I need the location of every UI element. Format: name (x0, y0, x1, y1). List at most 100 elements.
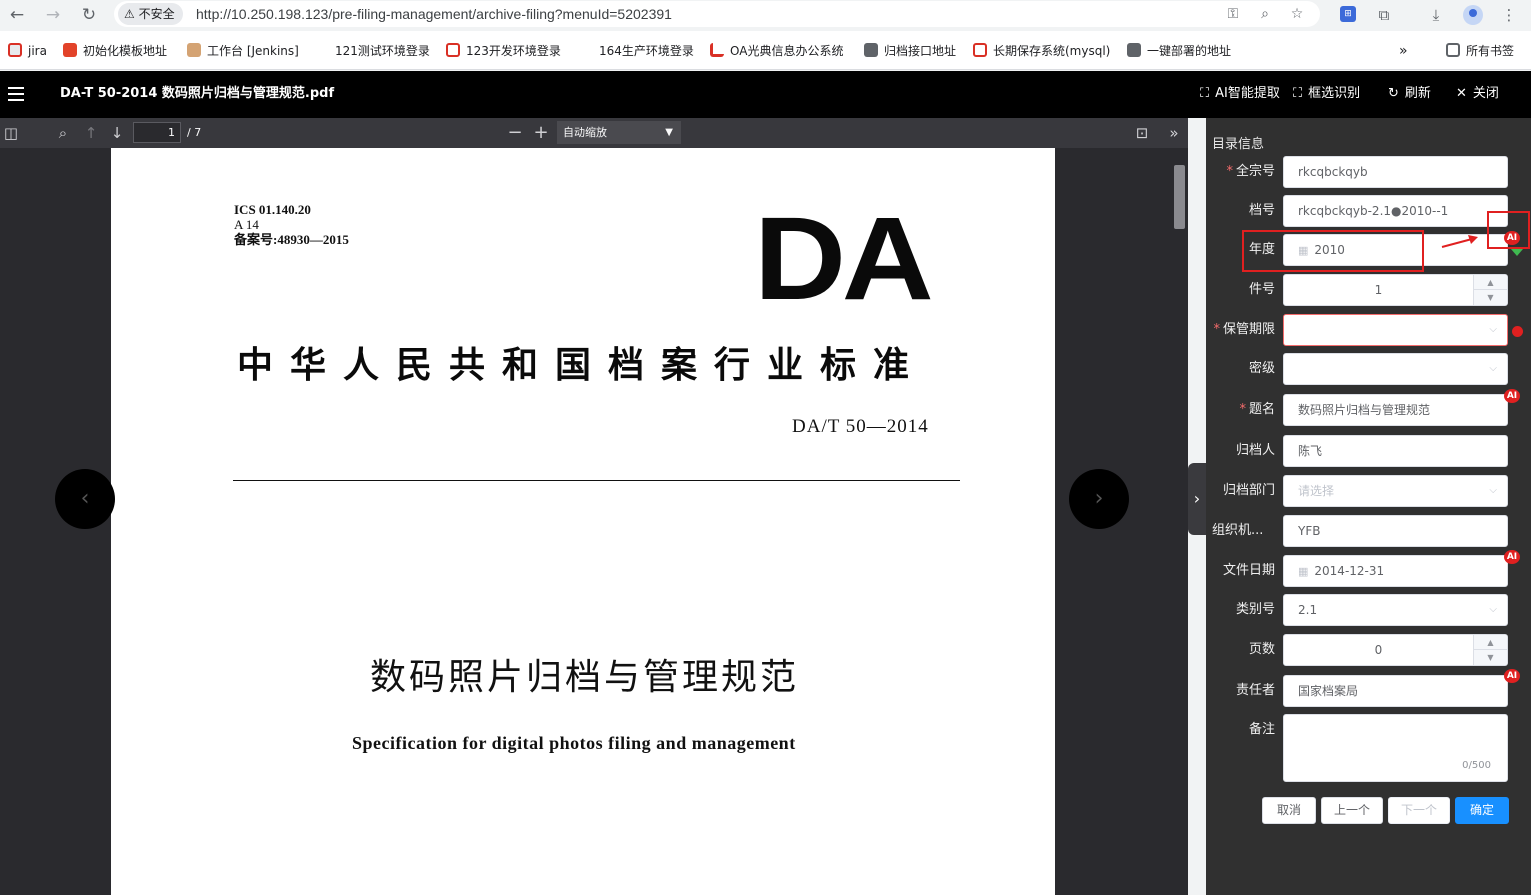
chevron-down-icon: ▼ (665, 127, 673, 138)
filer-input[interactable]: 陈飞 (1283, 435, 1508, 467)
pdf-page: ICS 01.140.20 A 14 备案号:48930—2015 DA 中华人… (111, 148, 1055, 895)
reload-icon[interactable]: ↻ (77, 4, 101, 26)
pdf-scrollbar[interactable] (1171, 150, 1188, 895)
chevron-down-icon: ⌵ (1489, 324, 1497, 335)
category-select[interactable]: 2.1 ⌵ (1283, 594, 1508, 626)
warning-icon: ⚠ (124, 7, 139, 21)
zoom-select[interactable]: 自动缩放 ▼ (557, 121, 681, 144)
annotation-box-ai (1487, 211, 1530, 249)
bookmarks-overflow-button[interactable]: » (1399, 41, 1408, 61)
title-label: * 题名 (1239, 402, 1275, 417)
zoom-icon[interactable]: ⌕ (1254, 4, 1276, 24)
bookmark-jenkins[interactable]: 工作台 [Jenkins] (187, 41, 299, 61)
responsible-input[interactable]: 国家档案局 (1283, 675, 1508, 707)
close-button[interactable]: ✕ 关闭 (1456, 71, 1499, 116)
pdf-viewer[interactable]: ICS 01.140.20 A 14 备案号:48930—2015 DA 中华人… (0, 148, 1188, 895)
org-label: 组织机... (1212, 523, 1264, 538)
document-subtitle: Specification for digital photos filing … (352, 733, 796, 753)
org-input[interactable]: YFB (1283, 515, 1508, 547)
tools-expand-icon[interactable]: » (1163, 122, 1185, 144)
more-menu-icon[interactable]: ⋮ (1497, 3, 1521, 27)
bookmark-121[interactable]: 121测试环境登录 (335, 41, 430, 61)
zoom-in-icon[interactable]: + (530, 122, 552, 144)
menu-icon[interactable] (8, 87, 24, 101)
chevron-right-icon: › (1193, 489, 1201, 508)
forward-icon[interactable]: → (41, 4, 65, 26)
retention-select[interactable]: ⌵ (1283, 314, 1508, 346)
document-title: DA-T 50-2014 数码照片归档与管理规范.pdf (60, 86, 335, 101)
profile-avatar[interactable] (1463, 5, 1483, 25)
security-select[interactable]: ⌵ (1283, 353, 1508, 385)
extensions-puzzle-icon[interactable]: ⧉ (1372, 3, 1396, 27)
bookmark-oa[interactable]: OA光典信息办公系统 (710, 41, 843, 61)
cancel-button[interactable]: 取消 (1262, 797, 1316, 824)
standard-title: 中华人民共和国档案行业标准 (237, 344, 927, 386)
page-down-icon[interactable]: ↓ (106, 122, 128, 144)
all-bookmarks[interactable]: 所有书签 (1446, 41, 1514, 61)
globe-icon (864, 43, 878, 57)
department-select[interactable]: 请选择 ⌵ (1283, 475, 1508, 507)
url-text: http://10.250.198.123/pre-filing-managem… (196, 6, 672, 22)
bookmark-164[interactable]: 164生产环境登录 (599, 41, 694, 61)
bookmark-red-icon (446, 43, 460, 57)
confirm-button[interactable]: 确定 (1455, 797, 1509, 824)
password-key-icon[interactable]: ⚿ (1222, 4, 1244, 24)
fonds-no-input[interactable]: rkcqbckqyb (1283, 156, 1508, 188)
title-input[interactable]: 数码照片归档与管理规范 (1283, 394, 1508, 426)
bookmark-template[interactable]: 初始化模板地址 (63, 41, 167, 61)
divider (233, 480, 960, 481)
address-bar[interactable]: ⚠ 不安全 http://10.250.198.123/pre-filing-m… (114, 1, 1320, 27)
pages-label: 页数 (1248, 642, 1275, 657)
browser-toolbar: ← → ↻ ⚠ 不安全 http://10.250.198.123/pre-fi… (0, 0, 1531, 31)
archive-no-input[interactable]: rkcqbckqyb-2.1●2010--1 (1283, 195, 1508, 227)
jenkins-icon (187, 43, 201, 57)
prev-button[interactable]: 上一个 (1321, 797, 1383, 824)
panel-collapse-toggle[interactable]: › (1188, 463, 1206, 535)
ai-badge-responsible: AI (1504, 669, 1520, 683)
pdf-toolbar: ◫ ⌕ ↑ ↓ 1 / 7 − + 自动缩放 ▼ ⊡ » (0, 118, 1188, 148)
bookmark-123[interactable]: 123开发环境登录 (446, 41, 561, 61)
pdf-scrollbar-thumb[interactable] (1174, 165, 1185, 229)
star-icon[interactable]: ☆ (1286, 4, 1308, 24)
next-file-button[interactable]: › (1069, 469, 1129, 529)
department-label: 归档部门 (1222, 483, 1275, 498)
page-total: / 7 (187, 126, 202, 139)
prev-file-button[interactable]: ‹ (55, 469, 115, 529)
error-indicator-icon (1512, 326, 1523, 337)
pages-stepper[interactable]: 0 ▲ ▼ (1283, 634, 1508, 666)
zoom-out-icon[interactable]: − (504, 122, 526, 144)
item-no-stepper[interactable]: 1 ▲ ▼ (1283, 274, 1508, 306)
decrement-icon[interactable]: ▼ (1474, 650, 1507, 665)
page-number-input[interactable]: 1 (133, 122, 181, 143)
sidebar-toggle-icon[interactable]: ◫ (0, 122, 22, 144)
doc-date-picker[interactable]: ▦ 2014-12-31 (1283, 555, 1508, 587)
increment-icon[interactable]: ▲ (1474, 275, 1507, 290)
back-icon[interactable]: ← (5, 4, 29, 26)
presentation-icon[interactable]: ⊡ (1131, 122, 1153, 144)
refresh-icon: ↻ (1388, 86, 1399, 101)
decrement-icon[interactable]: ▼ (1474, 290, 1507, 305)
refresh-button[interactable]: ↻ 刷新 (1388, 71, 1431, 116)
da-logo: DA (754, 193, 934, 325)
ai-extract-button[interactable]: ⛶ AI智能提取 (1200, 71, 1280, 116)
increment-icon[interactable]: ▲ (1474, 635, 1507, 650)
next-button[interactable]: 下一个 (1388, 797, 1450, 824)
insecure-badge[interactable]: ⚠ 不安全 (118, 3, 183, 25)
remark-textarea[interactable]: 0/500 (1283, 714, 1508, 782)
page-up-icon[interactable]: ↑ (80, 122, 102, 144)
bookmark-longterm[interactable]: 长期保存系统(mysql) (973, 41, 1110, 61)
fonds-no-label: * 全宗号 (1226, 164, 1275, 179)
extension-icon[interactable]: ⊞ (1340, 6, 1356, 22)
chevron-down-icon: ⌵ (1489, 604, 1497, 615)
download-icon[interactable]: ⤓ (1424, 3, 1448, 27)
document-main-title: 数码照片归档与管理规范 (370, 657, 800, 698)
box-recognize-button[interactable]: ⛶ 框选识别 (1293, 71, 1360, 116)
calendar-icon: ▦ (1298, 565, 1309, 578)
check-icon (1511, 249, 1523, 256)
bookmark-deploy[interactable]: 一键部署的地址 (1127, 41, 1231, 61)
search-icon[interactable]: ⌕ (52, 122, 74, 144)
bookmark-jira[interactable]: jira (8, 41, 47, 61)
chevron-down-icon: ⌵ (1489, 485, 1497, 496)
security-label: 密级 (1248, 361, 1275, 376)
bookmark-archive-api[interactable]: 归档接口地址 (864, 41, 956, 61)
